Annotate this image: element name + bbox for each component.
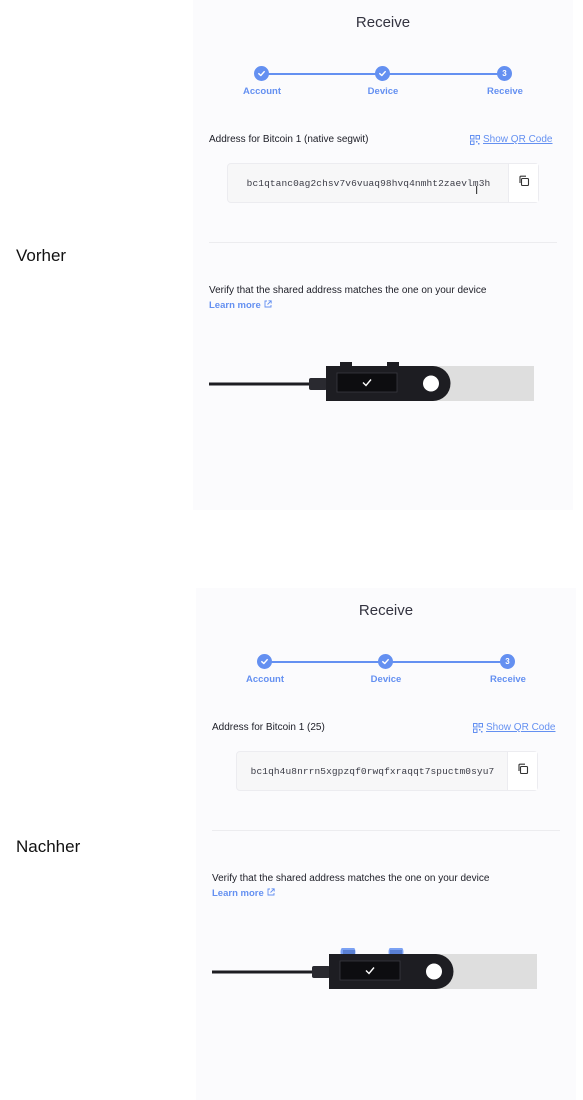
text-cursor-icon: I <box>475 184 479 197</box>
learn-more-label: Learn more <box>209 300 261 311</box>
step-account-check-icon <box>257 654 272 669</box>
ledger-device-illustration <box>209 362 534 401</box>
receive-panel-after: Receive 3 Account Device Receive Address… <box>196 588 576 1100</box>
verify-instruction: Verify that the shared address matches t… <box>212 873 490 884</box>
external-link-icon <box>267 888 275 899</box>
learn-more-link[interactable]: Learn more <box>212 888 275 899</box>
learn-more-link[interactable]: Learn more <box>209 300 272 311</box>
stepper: 3 Account Device Receive <box>196 654 576 690</box>
divider <box>212 830 560 831</box>
after-label: Nachher <box>16 837 81 856</box>
verify-instruction: Verify that the shared address matches t… <box>209 285 487 296</box>
external-link-icon <box>264 300 272 311</box>
step-device-check-icon <box>378 654 393 669</box>
step-label-device: Device <box>370 674 402 685</box>
address-label: Address for Bitcoin 1 (25) <box>212 722 325 733</box>
copy-address-button[interactable] <box>507 752 537 790</box>
copy-icon <box>517 762 529 780</box>
step-label-device: Device <box>367 86 399 97</box>
receive-panel-before: Receive 3 Account Device Receive Address… <box>193 0 573 510</box>
show-qr-code-link[interactable]: Show QR Code <box>470 134 552 145</box>
before-label: Vorher <box>16 246 67 265</box>
step-device-check-icon <box>375 66 390 81</box>
address-label: Address for Bitcoin 1 (native segwit) <box>209 134 369 145</box>
qr-code-icon <box>470 134 480 145</box>
address-field[interactable]: bc1qh4u8nrrn5xgpzqf0rwqfxraqqt7spuctm0sy… <box>236 751 538 791</box>
address-field[interactable]: bc1qtanc0ag2chsv7v6vuaq98hvq4nmht2zaevlm… <box>227 163 539 203</box>
stepper: 3 Account Device Receive <box>193 66 573 102</box>
page-title: Receive <box>358 602 414 619</box>
step-label-account: Account <box>243 86 281 97</box>
show-qr-code-label: Show QR Code <box>483 134 553 145</box>
page-title: Receive <box>355 14 411 31</box>
step-label-receive: Receive <box>487 86 523 97</box>
step-receive-number: 3 <box>500 654 515 669</box>
step-label-receive: Receive <box>490 674 526 685</box>
learn-more-label: Learn more <box>212 888 264 899</box>
copy-icon <box>518 174 530 192</box>
step-receive-number: 3 <box>497 66 512 81</box>
ledger-device-illustration <box>212 948 537 989</box>
address-value: bc1qtanc0ag2chsv7v6vuaq98hvq4nmht2zaevlm… <box>246 177 491 189</box>
qr-code-icon <box>473 722 483 733</box>
step-account-check-icon <box>254 66 269 81</box>
show-qr-code-link[interactable]: Show QR Code <box>473 722 555 733</box>
copy-address-button[interactable] <box>508 164 538 202</box>
show-qr-code-label: Show QR Code <box>486 722 556 733</box>
address-value: bc1qh4u8nrrn5xgpzqf0rwqfxraqqt7spuctm0sy… <box>250 765 495 777</box>
divider <box>209 242 557 243</box>
step-label-account: Account <box>246 674 284 685</box>
